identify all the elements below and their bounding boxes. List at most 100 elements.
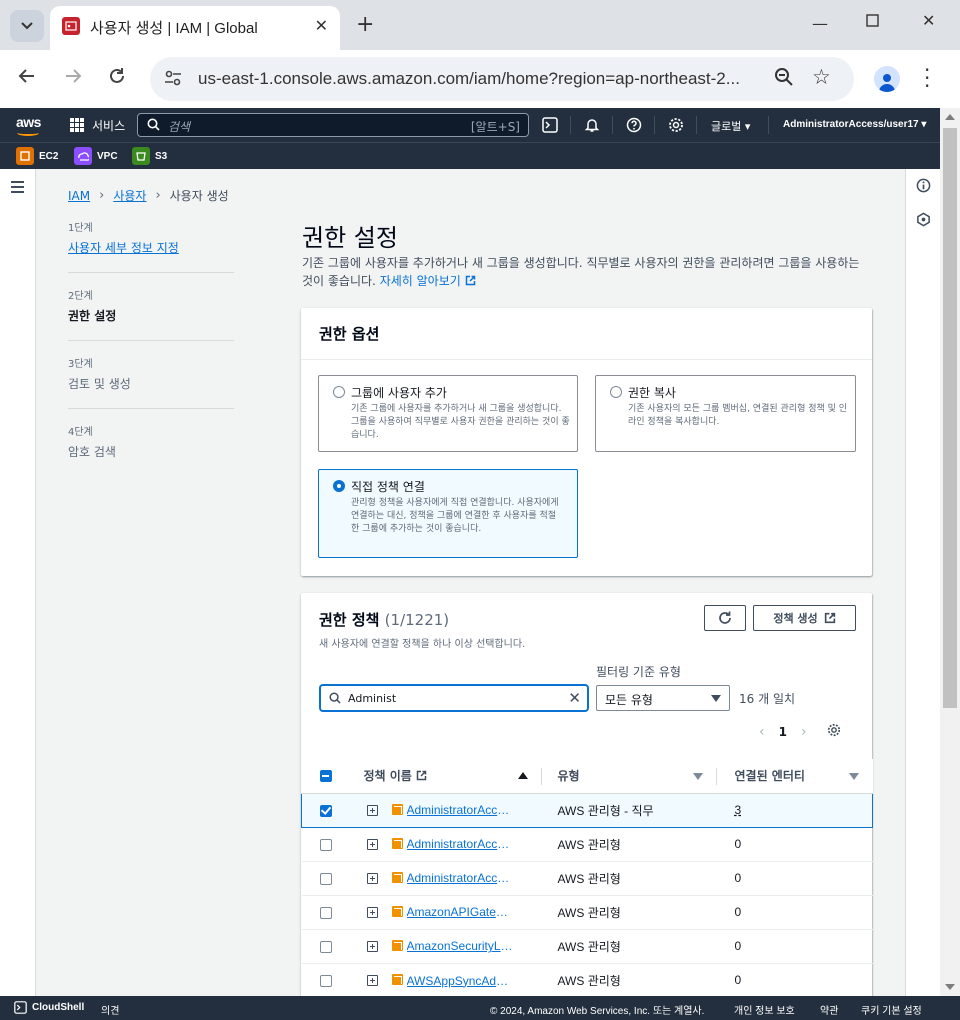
radio-button[interactable] <box>333 386 345 398</box>
address-bar[interactable]: us-east-1.console.aws.amazon.com/iam/hom… <box>150 57 854 101</box>
cloudshell-icon <box>14 1001 27 1014</box>
expand-icon[interactable] <box>366 804 378 816</box>
table-row[interactable]: AdministratorAccess-AWSElasticBeanstalk … <box>301 860 873 895</box>
table-row[interactable]: AmazonAPIGatewayAdministrator AWS 관리형 0 <box>301 894 873 929</box>
learn-more-link[interactable]: 자세히 알아보기 <box>380 274 476 288</box>
search-placeholder: 검색 <box>168 120 191 134</box>
row-checkbox[interactable] <box>319 804 332 817</box>
services-menu[interactable]: 서비스 <box>92 117 125 134</box>
expand-icon[interactable] <box>366 975 378 987</box>
refresh-button[interactable] <box>704 605 746 631</box>
tab-close-icon[interactable]: ✕ <box>315 16 328 35</box>
browser-tab[interactable]: 사용자 생성 | IAM | Global ✕ <box>50 6 340 50</box>
policy-name-link[interactable]: AdministratorAccess-AWSElasticBeanstalk <box>407 871 515 885</box>
gear-icon[interactable] <box>668 117 684 133</box>
reload-icon[interactable] <box>108 66 126 90</box>
breadcrumb-users[interactable]: 사용자 <box>113 187 146 204</box>
option-add-to-group[interactable]: 그룹에 사용자 추가 기존 그룹에 사용자를 추가하거나 새 그룹을 생성합니다… <box>318 375 578 452</box>
next-page-icon[interactable]: › <box>801 724 807 740</box>
column-type[interactable]: 유형 <box>541 759 717 794</box>
cloudshell-footer-button[interactable]: CloudShell <box>14 1001 84 1014</box>
terms-link[interactable]: 약관 <box>820 1002 838 1017</box>
region-selector[interactable]: 글로벌 ▾ <box>711 118 750 134</box>
account-menu[interactable]: AdministratorAccess/user17 ▾ <box>783 119 926 130</box>
maximize-icon[interactable] <box>866 12 879 31</box>
favorite-ec2[interactable]: EC2 <box>16 147 58 165</box>
cloudshell-icon[interactable] <box>542 117 558 133</box>
previous-page-icon[interactable]: ‹ <box>759 724 765 740</box>
feedback-link[interactable]: 의견 <box>101 1002 119 1017</box>
row-checkbox[interactable] <box>319 906 332 919</box>
forward-icon[interactable] <box>64 66 82 90</box>
column-attached-entities[interactable]: 연결된 엔터티 <box>716 759 873 794</box>
bookmark-star-icon[interactable]: ☆ <box>812 65 831 89</box>
aws-search-input[interactable]: 검색 [알트+S] <box>137 113 529 137</box>
policy-name-link[interactable]: AmazonSecurityLakeAdministrator <box>407 939 515 953</box>
row-checkbox[interactable] <box>319 872 332 885</box>
browser-menu-icon[interactable]: · · · <box>924 60 930 96</box>
zoom-icon[interactable] <box>774 67 794 90</box>
create-policy-button[interactable]: 정책 생성 <box>753 605 856 631</box>
privacy-link[interactable]: 개인 정보 보호 <box>734 1002 795 1017</box>
services-grid-icon[interactable] <box>70 118 84 132</box>
policy-search-input[interactable]: Administ ✕ <box>319 684 589 712</box>
favorite-vpc[interactable]: VPC <box>74 147 118 165</box>
table-row[interactable]: AdministratorAccess-Amplify AWS 관리형 0 <box>301 826 873 861</box>
expand-icon[interactable] <box>366 940 378 952</box>
favorite-s3[interactable]: S3 <box>132 147 167 165</box>
filter-type-select[interactable]: 모든 유형 <box>596 685 730 711</box>
help-icon[interactable] <box>626 117 642 133</box>
column-policy-name[interactable]: 정책 이름 <box>349 759 542 794</box>
cookie-preferences-link[interactable]: 쿠키 기본 설정 <box>861 1002 922 1017</box>
refresh-icon <box>719 611 731 624</box>
vpc-icon <box>74 147 92 165</box>
close-window-icon[interactable]: ✕ <box>922 11 935 30</box>
new-tab-icon[interactable]: + <box>356 12 374 37</box>
expand-icon[interactable] <box>366 838 378 850</box>
table-row[interactable]: AmazonSecurityLakeAdministrator AWS 관리형 … <box>301 928 873 963</box>
chevron-right-icon: › <box>155 188 161 203</box>
option-attach-policies[interactable]: 직접 정책 연결 관리형 정책을 사용자에게 직접 연결합니다. 사용자에게 연… <box>318 469 578 558</box>
scroll-up-icon[interactable] <box>945 114 955 120</box>
tutorial-panel-icon[interactable] <box>916 212 931 227</box>
breadcrumb-iam[interactable]: IAM <box>68 189 90 203</box>
row-checkbox[interactable] <box>319 838 332 851</box>
radio-button-selected[interactable] <box>333 480 345 492</box>
info-icon[interactable] <box>916 178 931 193</box>
menu-icon[interactable] <box>11 181 24 196</box>
table-row[interactable]: AWSAppSyncAdministrator AWS 관리형 0 <box>301 962 873 996</box>
row-checkbox[interactable] <box>319 975 332 988</box>
scrollbar-thumb[interactable] <box>943 128 957 708</box>
aws-managed-policy-icon <box>391 871 403 883</box>
expand-icon[interactable] <box>366 906 378 918</box>
clear-search-icon[interactable]: ✕ <box>568 689 581 707</box>
bell-icon[interactable] <box>584 117 600 133</box>
policy-name-link[interactable]: AdministratorAccess-Amplify <box>407 837 515 851</box>
attached-entities[interactable]: 3 <box>735 803 742 817</box>
option-copy-permissions[interactable]: 권한 복사 기존 사용자의 모든 그룹 멤버십, 연결된 관리형 정책 및 인라… <box>595 375 856 452</box>
permission-options-panel: 권한 옵션 그룹에 사용자 추가 기존 그룹에 사용자를 추가하거나 새 그룹을… <box>301 308 872 576</box>
profile-avatar[interactable] <box>874 66 900 92</box>
attached-entities: 0 <box>734 973 742 988</box>
table-row[interactable]: AdministratorAccess AWS 관리형 - 직무 3 <box>301 792 873 828</box>
select-all-checkbox[interactable] <box>319 770 332 783</box>
scroll-down-icon[interactable] <box>945 984 955 990</box>
expand-icon[interactable] <box>366 872 378 884</box>
policy-name-link[interactable]: AdministratorAccess <box>407 803 515 817</box>
step-link[interactable]: 사용자 세부 정보 지정 <box>68 241 179 255</box>
page-number[interactable]: 1 <box>779 725 787 739</box>
policy-name-link[interactable]: AWSAppSyncAdministrator <box>407 974 515 988</box>
copyright-text: © 2024, Amazon Web Services, Inc. 또는 계열사… <box>490 1006 705 1017</box>
tab-search-button[interactable] <box>10 10 44 42</box>
table-header-row: 정책 이름 유형 연결된 엔터티 <box>301 759 873 794</box>
preferences-gear-icon[interactable] <box>827 723 841 740</box>
person-icon <box>879 74 895 92</box>
back-icon[interactable] <box>18 66 36 90</box>
aws-logo-icon[interactable]: aws <box>16 114 41 136</box>
policy-name-link[interactable]: AmazonAPIGatewayAdministrator <box>407 905 515 919</box>
radio-button[interactable] <box>610 386 622 398</box>
page-scrollbar[interactable] <box>940 108 960 996</box>
site-settings-icon[interactable] <box>164 69 182 87</box>
minimize-icon[interactable]: — <box>812 14 828 33</box>
row-checkbox[interactable] <box>319 940 332 953</box>
